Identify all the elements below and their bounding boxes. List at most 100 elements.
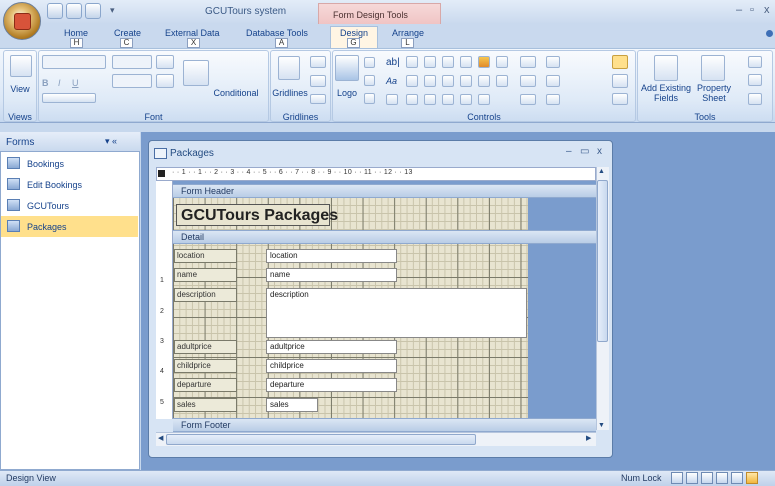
special-effect-icon[interactable]: [546, 56, 560, 68]
conditional-format-icon[interactable]: [183, 60, 209, 86]
nav-shutter-controls[interactable]: ▾ «: [105, 136, 117, 147]
font-name-combo[interactable]: [42, 55, 106, 69]
hyperlink-control-icon[interactable]: [496, 75, 508, 87]
button-control-icon[interactable]: [406, 56, 418, 68]
field-label-departure[interactable]: departure: [174, 378, 237, 392]
chart-control-icon[interactable]: [478, 56, 490, 68]
title-control-icon[interactable]: [364, 57, 375, 68]
italic-icon[interactable]: I: [58, 78, 61, 88]
pivottable-view-icon[interactable]: [701, 472, 713, 484]
logo-icon[interactable]: [335, 55, 359, 81]
nav-item-bookings[interactable]: Bookings: [1, 153, 138, 174]
field-control-location[interactable]: location: [266, 249, 397, 263]
vertical-ruler[interactable]: [156, 181, 173, 419]
font-color-icon[interactable]: [156, 55, 174, 69]
field-control-childprice[interactable]: childprice: [266, 359, 397, 373]
code-icon[interactable]: [748, 56, 762, 68]
property-sheet-icon[interactable]: [701, 55, 725, 81]
scroll-left-icon[interactable]: ◀: [158, 434, 163, 442]
form-minimize-button[interactable]: –: [566, 146, 572, 157]
tab-create[interactable]: Create: [114, 28, 141, 38]
layout-view-icon[interactable]: [731, 472, 743, 484]
fill-color-icon[interactable]: [156, 74, 174, 88]
field-label-adultprice[interactable]: adultprice: [174, 340, 237, 354]
line-color-icon[interactable]: [520, 94, 536, 105]
add-existing-fields-icon[interactable]: [654, 55, 678, 81]
field-label-childprice[interactable]: childprice: [174, 359, 237, 373]
activex-control-icon[interactable]: [612, 93, 628, 105]
underline-icon[interactable]: U: [72, 78, 79, 88]
gridlines-button-label[interactable]: Gridlines: [272, 88, 308, 98]
nav-item-packages[interactable]: Packages: [1, 216, 138, 237]
form-window-icon[interactable]: [154, 148, 167, 159]
bound-object-icon[interactable]: [406, 94, 418, 105]
select-tool-icon[interactable]: [612, 55, 628, 69]
set-control-defaults-icon[interactable]: [546, 94, 560, 105]
list-box-icon[interactable]: [424, 75, 436, 87]
combo-box-icon[interactable]: [406, 75, 418, 87]
bold-icon[interactable]: B: [42, 78, 49, 88]
gridline-width-icon[interactable]: [310, 56, 326, 68]
field-control-description[interactable]: description: [266, 288, 527, 338]
line-thickness-icon[interactable]: [520, 56, 536, 68]
vertical-scroll-thumb[interactable]: [597, 180, 608, 342]
design-view-icon[interactable]: [746, 472, 758, 484]
save-quick-icon[interactable]: [47, 3, 63, 19]
font-format-combo[interactable]: [112, 74, 152, 88]
redo-quick-icon[interactable]: [85, 3, 101, 19]
gridlines-icon[interactable]: [278, 56, 300, 80]
minimize-button[interactable]: –: [736, 4, 742, 16]
option-group-icon[interactable]: [386, 94, 398, 105]
nav-title[interactable]: Forms: [6, 137, 34, 148]
add-existing-fields-label[interactable]: Add Existing Fields: [640, 83, 692, 103]
form-title-label[interactable]: GCUTours Packages: [176, 204, 338, 226]
rectangle-control-icon[interactable]: [442, 56, 454, 68]
nav-item-gcutours[interactable]: GCUTours: [1, 195, 138, 216]
line-type-icon[interactable]: [520, 75, 536, 87]
field-control-departure[interactable]: departure: [266, 378, 397, 392]
conditional-label[interactable]: Conditional: [210, 88, 262, 98]
form-restore-button[interactable]: ▭: [580, 146, 589, 157]
align-buttons-icon[interactable]: [42, 93, 96, 103]
nav-item-edit-bookings[interactable]: Edit Bookings: [1, 174, 138, 195]
view-button-label[interactable]: View: [6, 84, 34, 94]
field-label-description[interactable]: description: [174, 288, 237, 302]
horizontal-scroll-thumb[interactable]: [166, 434, 476, 445]
checkbox-control-icon[interactable]: [442, 75, 454, 87]
form-view-icon[interactable]: [671, 472, 683, 484]
view-icon[interactable]: [10, 55, 32, 77]
option-button-icon[interactable]: [424, 94, 436, 105]
insert-chart-icon[interactable]: [546, 75, 560, 87]
tab-database-tools[interactable]: Database Tools: [246, 28, 308, 38]
gridline-style-icon[interactable]: [310, 75, 326, 87]
tab-external-data[interactable]: External Data: [165, 28, 220, 38]
field-label-name[interactable]: name: [174, 268, 237, 282]
scroll-right-icon[interactable]: ▶: [586, 434, 591, 442]
date-time-icon[interactable]: [364, 93, 375, 104]
field-label-location[interactable]: location: [174, 249, 237, 263]
section-form-footer[interactable]: Form Footer: [173, 418, 596, 432]
unbound-object-icon[interactable]: [460, 94, 472, 105]
subform-control-icon[interactable]: [460, 75, 472, 87]
tab-home[interactable]: Home: [64, 28, 88, 38]
section-form-header[interactable]: Form Header: [173, 184, 596, 198]
maximize-button[interactable]: ▫: [750, 4, 754, 16]
help-icon[interactable]: [766, 30, 773, 37]
scroll-up-icon[interactable]: ▲: [598, 168, 605, 175]
form-close-button[interactable]: x: [597, 146, 602, 157]
field-control-name[interactable]: name: [266, 268, 397, 282]
tab-control-icon[interactable]: [496, 56, 508, 68]
convert-macros-icon[interactable]: [748, 93, 762, 105]
page-numbers-icon[interactable]: [364, 75, 375, 86]
logo-button-label[interactable]: Logo: [333, 88, 361, 98]
field-control-adultprice[interactable]: adultprice: [266, 340, 397, 354]
toggle-button-icon[interactable]: [460, 56, 472, 68]
customize-qat-icon[interactable]: ▾: [110, 5, 115, 16]
control-wizards-icon[interactable]: [612, 74, 628, 88]
view-code-icon[interactable]: [748, 74, 762, 86]
tab-arrange[interactable]: Arrange: [392, 28, 424, 38]
scroll-down-icon[interactable]: ▼: [598, 422, 605, 429]
image-control-icon[interactable]: [478, 75, 490, 87]
field-label-sales[interactable]: sales: [174, 398, 237, 412]
tab-design[interactable]: Design: [340, 28, 368, 38]
